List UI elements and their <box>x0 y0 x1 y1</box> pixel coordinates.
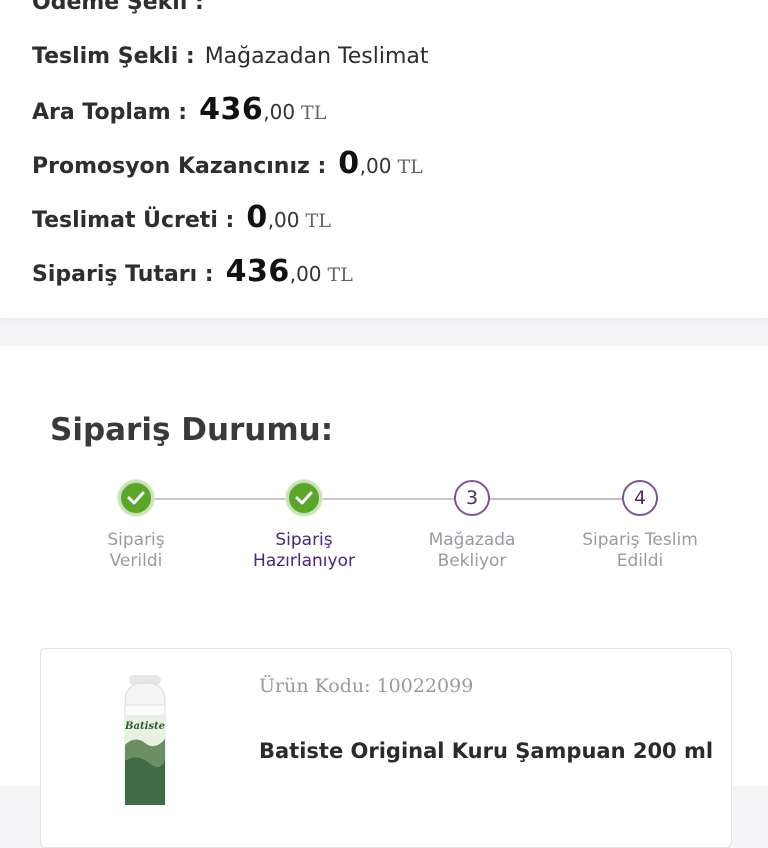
shipping-fee-decimal: ,00 <box>267 208 300 232</box>
subtotal-integer: 436 <box>199 92 264 127</box>
step-waiting-in-store-label: Mağazada Bekliyor <box>428 530 516 571</box>
step-delivered: 4 Sipariş Teslim Edildi <box>550 480 730 572</box>
shipping-fee-amount: 0,00 TL <box>246 200 330 235</box>
spray-can-icon <box>124 675 166 806</box>
order-total-integer: 436 <box>225 254 290 289</box>
step-waiting-in-store: 3 Mağazada Bekliyor <box>382 480 562 572</box>
step-order-preparing: Sipariş Hazırlanıyor <box>214 480 394 572</box>
subtotal-decimal: ,00 <box>263 100 296 124</box>
step-number-4: 4 <box>622 480 658 516</box>
promotion-row: Promosyon Kazancınız : 0,00 TL <box>32 146 423 181</box>
product-code: Ürün Kodu: 10022099 <box>259 675 474 697</box>
step-order-placed: Sipariş Verildi <box>46 480 226 572</box>
order-total-label: Sipariş Tutarı : <box>32 262 214 287</box>
shipping-fee-integer: 0 <box>246 200 268 235</box>
order-summary-card: Ödeme Şekli : Teslim Şekli : Mağazadan T… <box>0 0 768 318</box>
order-total-amount: 436,00 TL <box>226 254 353 289</box>
step-order-preparing-label: Sipariş Hazırlanıyor <box>253 530 355 571</box>
shipping-fee-row: Teslimat Ücreti : 0,00 TL <box>32 200 331 235</box>
subtotal-row: Ara Toplam : 436,00 TL <box>32 92 326 127</box>
delivery-method-value: Mağazadan Teslimat <box>204 44 429 69</box>
order-progress-tracker: Sipariş Verildi Sipariş Hazırlanıyor 3 M… <box>0 346 768 571</box>
product-brand-logo: Batiste <box>125 721 165 732</box>
product-name[interactable]: Batiste Original Kuru Şampuan 200 ml <box>259 739 713 763</box>
order-total-currency: TL <box>327 264 353 286</box>
payment-method-row: Ödeme Şekli : <box>32 0 204 15</box>
order-total-row: Sipariş Tutarı : 436,00 TL <box>32 254 353 289</box>
promotion-currency: TL <box>397 156 423 178</box>
order-total-decimal: ,00 <box>289 262 322 286</box>
shipping-fee-label: Teslimat Ücreti : <box>32 208 235 233</box>
subtotal-currency: TL <box>301 102 327 124</box>
shipping-fee-currency: TL <box>305 210 331 232</box>
payment-method-label: Ödeme Şekli : <box>32 0 204 15</box>
promotion-amount: 0,00 TL <box>338 146 422 181</box>
delivery-method-row: Teslim Şekli : Mağazadan Teslimat <box>32 44 428 69</box>
check-icon <box>286 480 322 516</box>
promotion-integer: 0 <box>338 146 360 181</box>
order-status-card: Sipariş Durumu: Sipariş Verildi Sipariş … <box>0 346 768 848</box>
product-image[interactable]: Batiste <box>123 675 167 806</box>
step-number-3: 3 <box>454 480 490 516</box>
delivery-method-label: Teslim Şekli : <box>32 44 195 69</box>
promotion-decimal: ,00 <box>359 154 392 178</box>
subtotal-amount: 436,00 TL <box>199 92 326 127</box>
subtotal-label: Ara Toplam : <box>32 100 188 125</box>
step-order-placed-label: Sipariş Verildi <box>107 530 165 571</box>
step-delivered-label: Sipariş Teslim Edildi <box>582 530 698 571</box>
check-icon <box>118 480 154 516</box>
promotion-label: Promosyon Kazancınız : <box>32 154 327 179</box>
product-card[interactable]: Batiste Ürün Kodu: 10022099 Batiste Orig… <box>40 648 732 848</box>
